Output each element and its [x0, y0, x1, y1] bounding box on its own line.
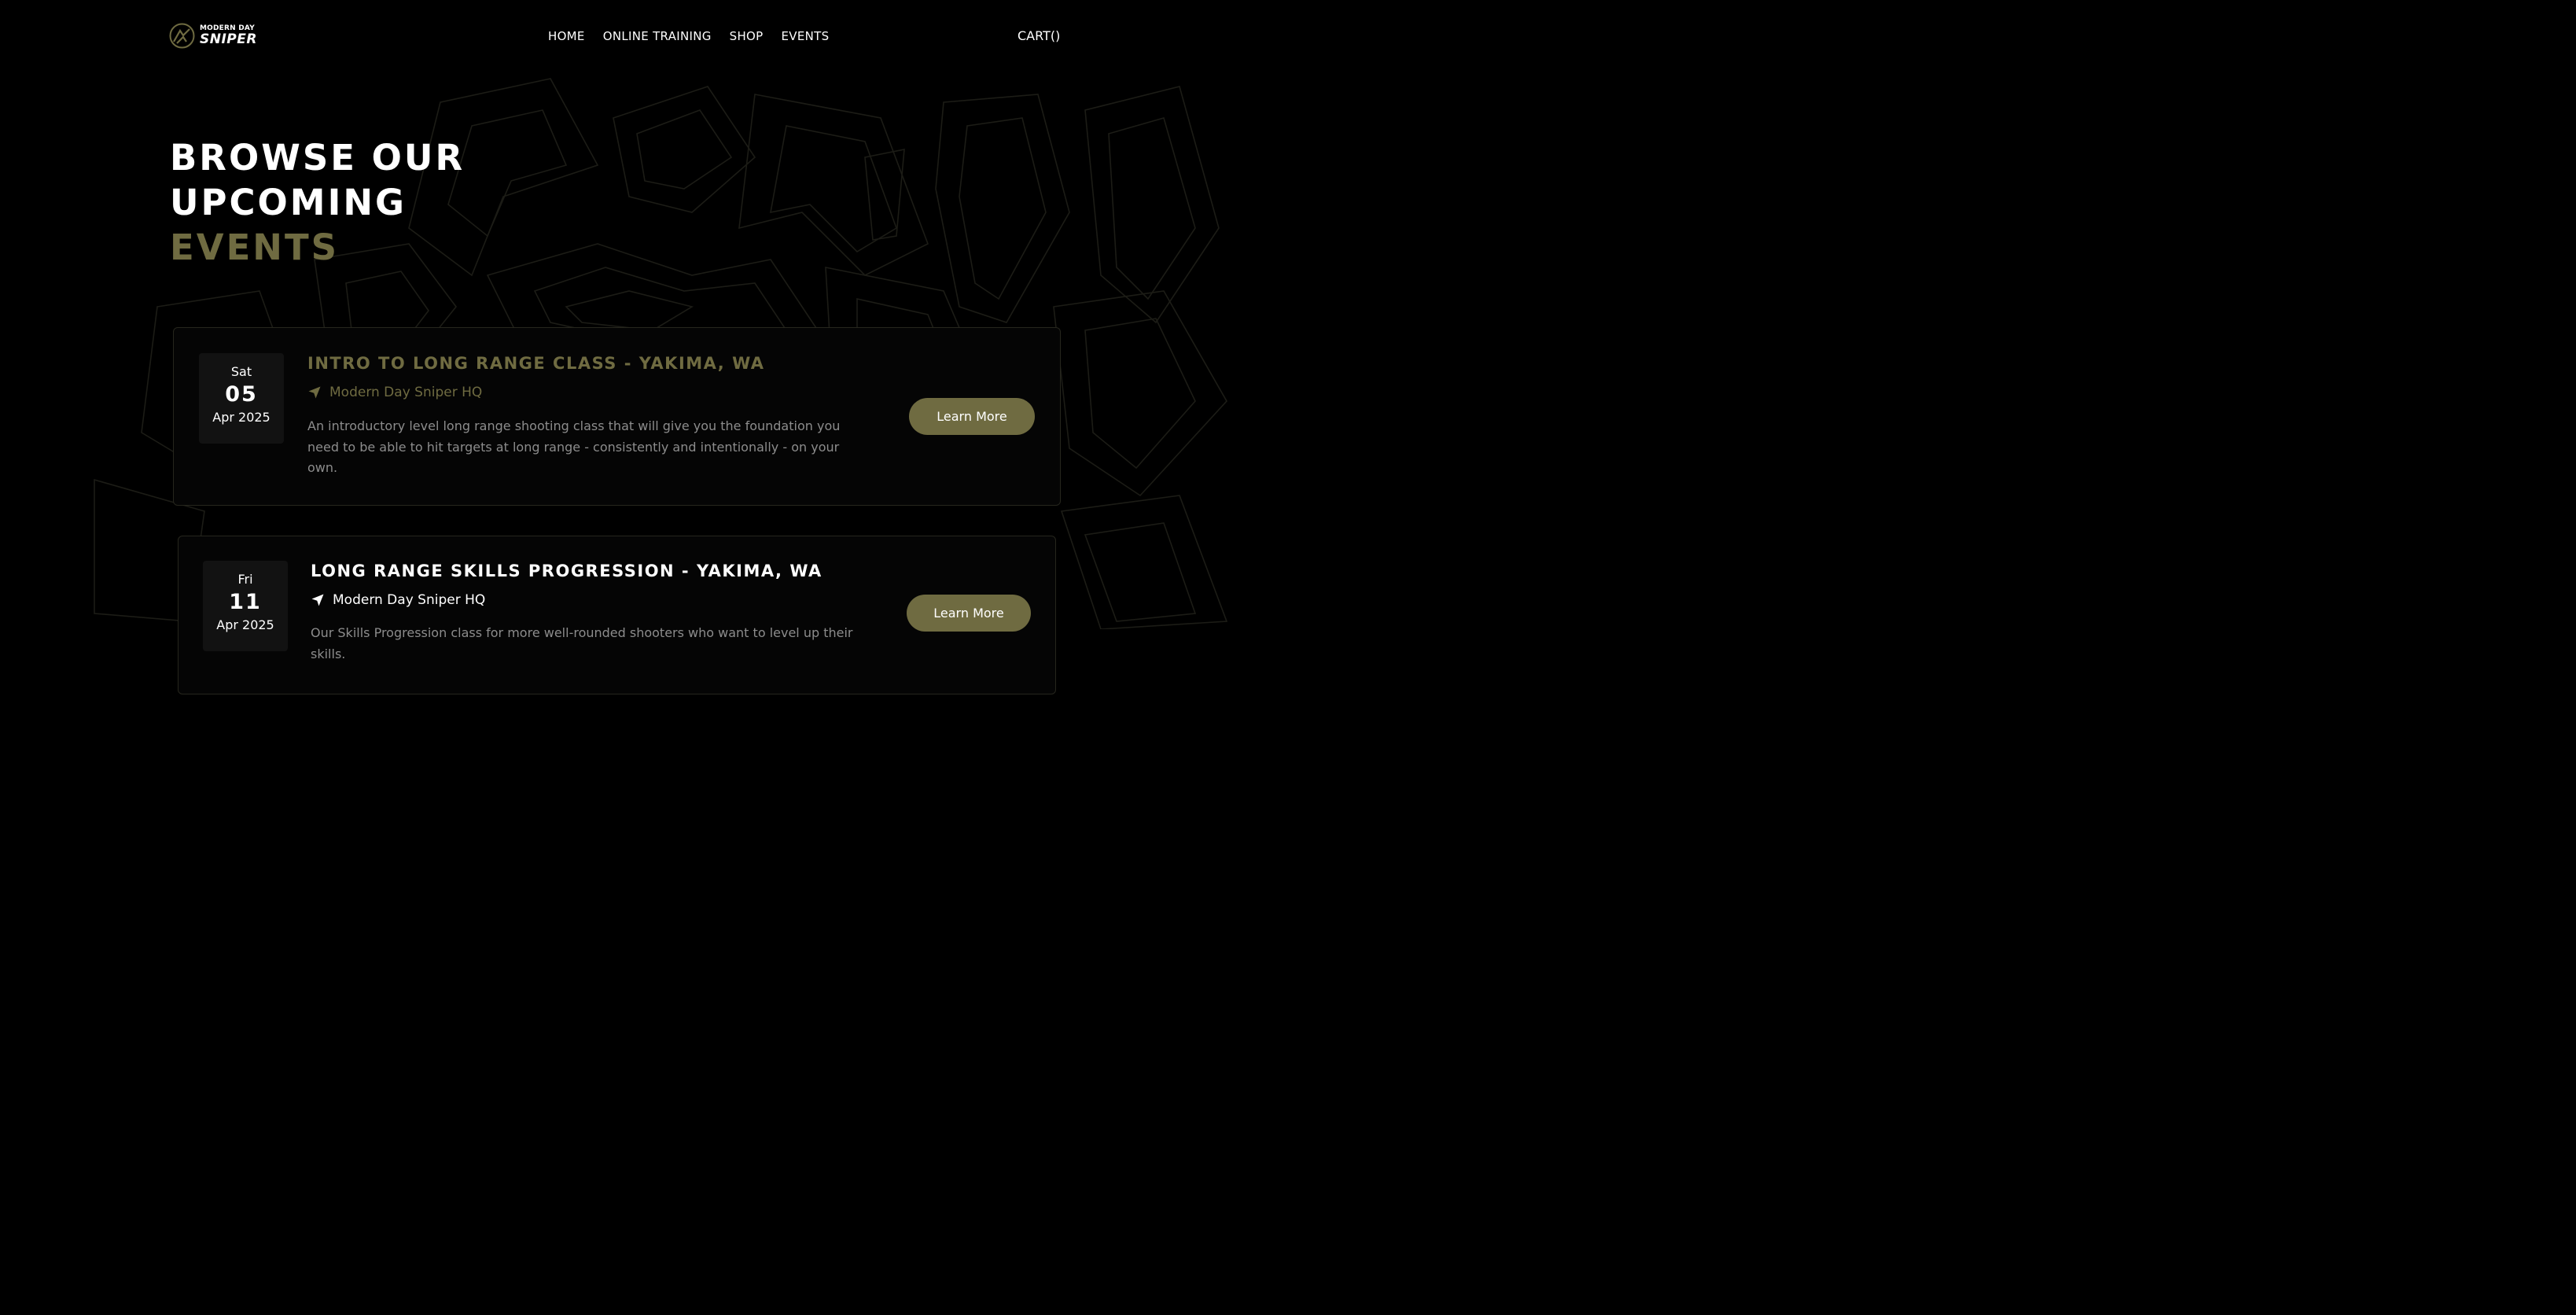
learn-more-button[interactable]: Learn More [907, 595, 1031, 632]
event-title[interactable]: LONG RANGE SKILLS PROGRESSION - YAKIMA, … [311, 562, 822, 580]
event-location: Modern Day Sniper HQ [311, 592, 485, 608]
page-title-line-3: EVENTS [170, 227, 340, 268]
event-card: Fri 11 Apr 2025 LONG RANGE SKILLS PROGRE… [178, 536, 1056, 694]
brand-big-text: SNIPER [200, 31, 257, 47]
event-weekday: Sat [230, 364, 252, 379]
nav-online-training[interactable]: ONLINE TRAINING [603, 29, 712, 43]
event-date: Sat 05 Apr 2025 [199, 353, 284, 444]
page-title: BROWSE OUR UPCOMING EVENTS [170, 135, 465, 270]
event-card: Sat 05 Apr 2025 INTRO TO LONG RANGE CLAS… [173, 327, 1061, 506]
brand-logo[interactable]: MODERN DAY SNIPER [169, 23, 257, 49]
event-location: Modern Day Sniper HQ [307, 385, 482, 400]
event-day: 05 [225, 382, 258, 407]
location-arrow-icon [308, 386, 321, 399]
nav-home[interactable]: HOME [548, 29, 585, 43]
event-description: An introductory level long range shootin… [307, 418, 841, 475]
location-arrow-icon [311, 594, 324, 606]
site-header: MODERN DAY SNIPER HOME ONLINE TRAINING S… [0, 0, 1233, 72]
learn-more-button[interactable]: Learn More [909, 398, 1035, 435]
event-day: 11 [229, 590, 262, 614]
cart-link[interactable]: CART() [1018, 28, 1060, 43]
event-location-text: Modern Day Sniper HQ [333, 592, 486, 608]
page-title-line-1: BROWSE OUR [170, 137, 466, 179]
page-title-line-2: UPCOMING [170, 182, 407, 223]
event-title[interactable]: INTRO TO LONG RANGE CLASS - YAKIMA, WA [307, 354, 765, 373]
nav-events[interactable]: EVENTS [782, 29, 830, 43]
event-location-text: Modern Day Sniper HQ [329, 385, 483, 400]
event-month: Apr 2025 [216, 617, 274, 632]
crosshair-logo-icon [169, 23, 195, 49]
main-nav: HOME ONLINE TRAINING SHOP EVENTS [548, 29, 829, 43]
nav-shop[interactable]: SHOP [730, 29, 764, 43]
event-date: Fri 11 Apr 2025 [203, 561, 288, 651]
event-month: Apr 2025 [212, 410, 270, 425]
event-weekday: Fri [237, 572, 253, 587]
event-description: Our Skills Progression class for more we… [311, 625, 853, 661]
